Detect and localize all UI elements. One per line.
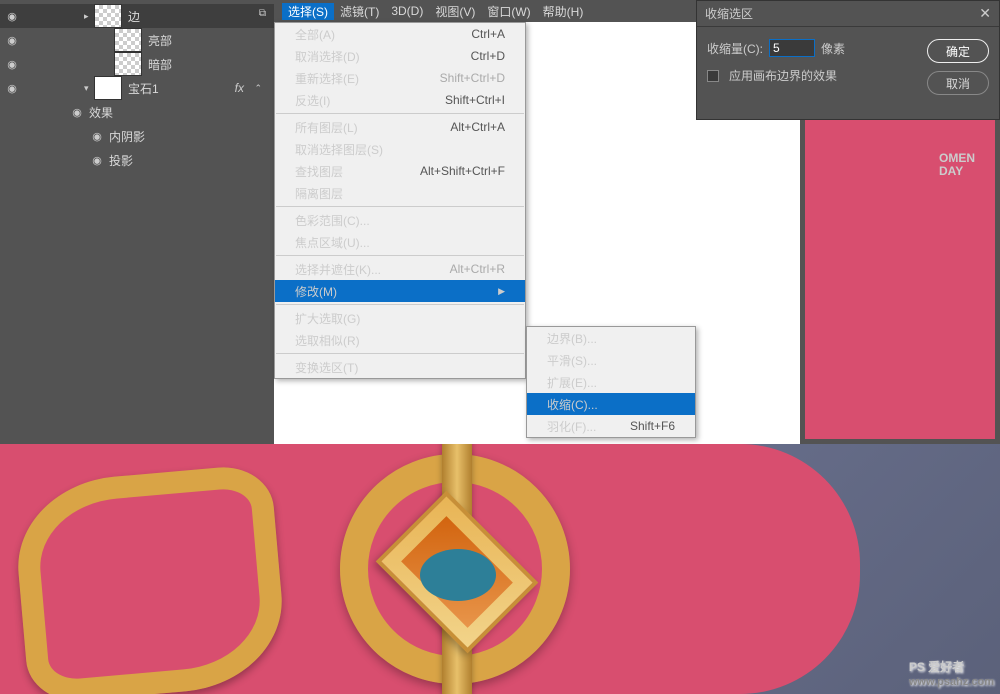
menu-select[interactable]: 选择(S) <box>282 3 334 20</box>
fx-icon[interactable]: fx <box>235 81 244 95</box>
menu-item[interactable]: 所有图层(L)Alt+Ctrl+A <box>275 116 525 138</box>
menu-3d[interactable]: 3D(D) <box>385 4 429 18</box>
menu-item[interactable]: 反选(I)Shift+Ctrl+I <box>275 89 525 111</box>
amount-label: 收缩量(C): <box>707 40 763 57</box>
layer-row[interactable]: ◉ ▾ 宝石1 fx ⌃ <box>0 76 274 100</box>
preview-image: PS 爱好者 www.psahz.com <box>0 444 1000 694</box>
layer-row[interactable]: ◉ ▸ 边 ⧉ <box>0 4 274 28</box>
menu-item[interactable]: 选取相似(R) <box>275 329 525 351</box>
amount-input[interactable] <box>769 39 815 57</box>
close-icon[interactable]: ✕ <box>979 5 991 22</box>
canvas-text-line: OMEN <box>939 152 975 165</box>
contract-dialog: 收缩选区 ✕ 收缩量(C): 像素 应用画布边界的效果 确定 取消 <box>696 0 1000 120</box>
menu-item[interactable]: 扩大选取(G) <box>275 307 525 329</box>
menu-item[interactable]: 选择并遮住(K)...Alt+Ctrl+R <box>275 258 525 280</box>
canvas-text-line: DAY <box>939 165 975 178</box>
layers-panel: ◉ ▸ 边 ⧉ ◉ 亮部 ◉ 暗部 ◉ ▾ 宝石1 fx ⌃ <box>0 0 274 444</box>
layer-thumbnail[interactable] <box>94 4 122 28</box>
visibility-icon[interactable]: ◉ <box>65 106 89 119</box>
unit-label: 像素 <box>821 40 845 57</box>
canvas-bounds-checkbox[interactable] <box>707 70 719 82</box>
menu-help[interactable]: 帮助(H) <box>537 3 590 20</box>
select-menu-dropdown: 全部(A)Ctrl+A取消选择(D)Ctrl+D重新选择(E)Shift+Ctr… <box>274 22 526 379</box>
cancel-button[interactable]: 取消 <box>927 71 989 95</box>
menu-item[interactable]: 全部(A)Ctrl+A <box>275 23 525 45</box>
menu-item[interactable]: 取消选择(D)Ctrl+D <box>275 45 525 67</box>
expand-arrow-icon[interactable]: ▾ <box>84 83 94 94</box>
layer-name: 亮部 <box>148 32 172 49</box>
layer-effect-row[interactable]: ◉ 投影 <box>0 148 274 172</box>
visibility-icon[interactable]: ◉ <box>0 82 24 95</box>
visibility-icon[interactable]: ◉ <box>85 154 109 167</box>
layer-row[interactable]: ◉ 暗部 <box>0 52 274 76</box>
layer-thumbnail[interactable] <box>94 76 122 100</box>
effect-name: 投影 <box>109 152 133 169</box>
menu-item[interactable]: 隔离图层 <box>275 182 525 204</box>
layer-effect-row[interactable]: ◉ 效果 <box>0 100 274 124</box>
watermark-url: www.psahz.com <box>909 676 994 688</box>
layer-row[interactable]: ◉ 亮部 <box>0 28 274 52</box>
layer-thumbnail[interactable] <box>114 28 142 52</box>
layer-effect-row[interactable]: ◉ 内阴影 <box>0 124 274 148</box>
canvas-text: OMEN DAY <box>939 152 975 177</box>
menu-item[interactable]: 变换选区(T) <box>275 356 525 378</box>
menu-window[interactable]: 窗口(W) <box>481 3 536 20</box>
layer-name: 宝石1 <box>128 80 159 97</box>
layer-name: 边 <box>128 8 140 25</box>
expand-arrow-icon[interactable]: ▸ <box>84 11 94 22</box>
submenu-item[interactable]: 收缩(C)... <box>527 393 695 415</box>
menu-item[interactable]: 焦点区域(U)... <box>275 231 525 253</box>
submenu-item[interactable]: 平滑(S)... <box>527 349 695 371</box>
checkbox-label: 应用画布边界的效果 <box>729 67 837 84</box>
canvas[interactable]: OMEN DAY <box>805 107 995 439</box>
visibility-icon[interactable]: ◉ <box>0 34 24 47</box>
menu-filter[interactable]: 滤镜(T) <box>334 3 385 20</box>
submenu-item[interactable]: 扩展(E)... <box>527 371 695 393</box>
menu-item[interactable]: 取消选择图层(S) <box>275 138 525 160</box>
menu-item[interactable]: 色彩范围(C)... <box>275 209 525 231</box>
menu-item[interactable]: 查找图层Alt+Shift+Ctrl+F <box>275 160 525 182</box>
visibility-icon[interactable]: ◉ <box>0 58 24 71</box>
submenu-item[interactable]: 羽化(F)...Shift+F6 <box>527 415 695 437</box>
layer-thumbnail[interactable] <box>114 52 142 76</box>
ok-button[interactable]: 确定 <box>927 39 989 63</box>
modify-submenu: 边界(B)...平滑(S)...扩展(E)...收缩(C)...羽化(F)...… <box>526 326 696 438</box>
layer-name: 暗部 <box>148 56 172 73</box>
watermark-text: PS 爱好者 <box>909 660 964 674</box>
menu-item[interactable]: 重新选择(E)Shift+Ctrl+D <box>275 67 525 89</box>
effect-name: 效果 <box>89 104 113 121</box>
watermark: PS 爱好者 www.psahz.com <box>909 658 994 688</box>
visibility-icon[interactable]: ◉ <box>0 10 24 23</box>
effect-name: 内阴影 <box>109 128 145 145</box>
menu-view[interactable]: 视图(V) <box>429 3 481 20</box>
submenu-item[interactable]: 边界(B)... <box>527 327 695 349</box>
group-badge-icon: ⧉ <box>259 8 266 19</box>
visibility-icon[interactable]: ◉ <box>85 130 109 143</box>
fx-expand-icon[interactable]: ⌃ <box>254 83 262 94</box>
menu-item[interactable]: 修改(M)▶ <box>275 280 525 302</box>
dialog-title: 收缩选区 <box>705 5 753 22</box>
